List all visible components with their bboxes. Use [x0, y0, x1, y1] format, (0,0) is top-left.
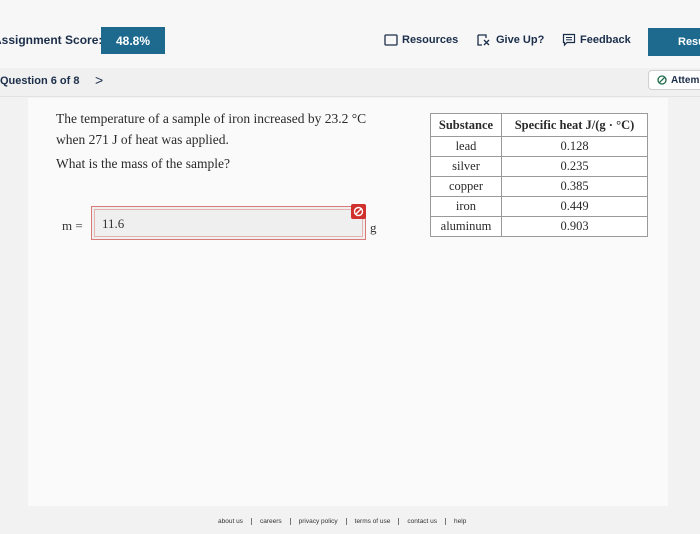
substance-cell: lead [430, 136, 502, 157]
give-up-label: Give Up? [496, 34, 545, 46]
attempt-status-icon [657, 75, 667, 85]
table-header-row: Substance Specific heat J/(g · °C) [430, 113, 648, 137]
assignment-score-label: Assignment Score: [0, 33, 103, 47]
footer-links: about us careers privacy policy terms of… [210, 514, 474, 528]
question-ask: What is the mass of the sample? [56, 156, 230, 171]
header-substance: Substance [430, 113, 502, 137]
footer-link-privacy[interactable]: privacy policy [291, 517, 347, 525]
footer-link-contact[interactable]: contact us [399, 517, 447, 525]
results-button[interactable]: Resu [648, 28, 700, 56]
specific-heat-cell: 0.385 [501, 176, 648, 197]
incorrect-icon [351, 204, 366, 219]
header-specific-heat: Specific heat J/(g · °C) [501, 113, 648, 137]
give-up-button[interactable]: Give Up? [476, 28, 544, 52]
table-row: lead 0.128 [430, 136, 648, 157]
footer-link-help[interactable]: help [446, 518, 474, 525]
mass-answer-input[interactable] [91, 206, 366, 240]
specific-heat-cell: 0.903 [501, 216, 648, 237]
table-row: aluminum 0.903 [430, 216, 648, 237]
question-nav-bar [0, 68, 700, 97]
folder-icon [384, 34, 398, 46]
attempt-label: Attem [671, 74, 700, 86]
footer-link-terms[interactable]: terms of use [347, 517, 400, 525]
answer-variable-label: m = [62, 218, 83, 233]
specific-heat-cell: 0.449 [501, 196, 648, 217]
table-row: silver 0.235 [430, 156, 648, 177]
specific-heat-cell: 0.235 [501, 156, 648, 177]
substance-cell: silver [430, 156, 502, 177]
specific-heat-cell: 0.128 [501, 136, 648, 157]
question-line-1: The temperature of a sample of iron incr… [56, 111, 367, 126]
table-row: iron 0.449 [430, 196, 648, 217]
next-question-chevron-icon[interactable]: > [95, 72, 103, 88]
question-line-2: when 271 J of heat was applied. [56, 132, 229, 147]
substance-cell: iron [430, 196, 502, 217]
feedback-icon [562, 33, 576, 47]
answer-unit: g [370, 220, 377, 235]
table-row: copper 0.385 [430, 176, 648, 197]
resources-button[interactable]: Resources [384, 28, 458, 52]
footer-link-about[interactable]: about us [210, 517, 252, 525]
attempt-button[interactable]: Attem [648, 70, 700, 90]
resources-label: Resources [402, 34, 459, 46]
footer-link-careers[interactable]: careers [252, 517, 291, 525]
feedback-label: Feedback [580, 34, 631, 46]
score-badge: 48.8% [101, 27, 165, 54]
feedback-button[interactable]: Feedback [562, 28, 631, 52]
specific-heat-table: Substance Specific heat J/(g · °C) lead … [430, 113, 648, 237]
give-up-icon [477, 34, 490, 46]
substance-cell: aluminum [430, 216, 502, 237]
question-counter[interactable]: Question 6 of 8 [0, 75, 79, 87]
substance-cell: copper [430, 176, 502, 197]
question-text: The temperature of a sample of iron incr… [56, 108, 386, 150]
mass-answer-value: 11.6 [102, 216, 125, 231]
